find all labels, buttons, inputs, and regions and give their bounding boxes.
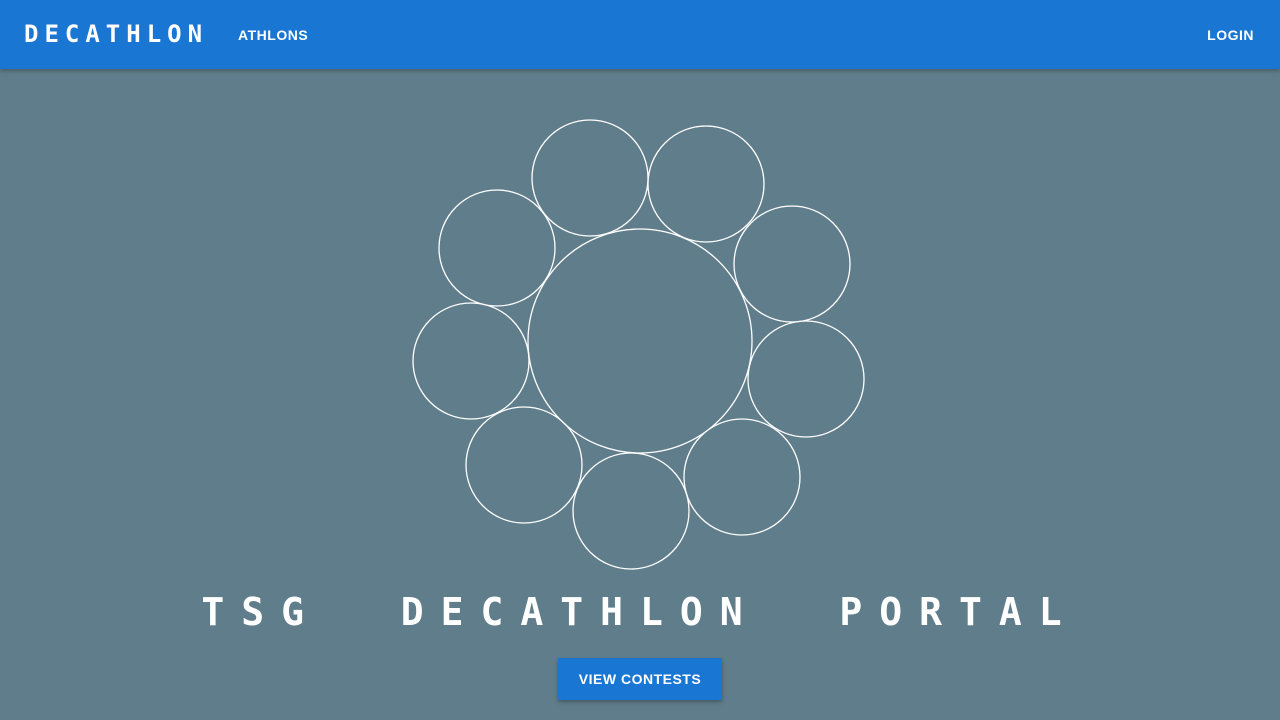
hero-title: TSG DECATHLON PORTAL — [201, 590, 1079, 634]
ring-circle-1 — [531, 119, 649, 237]
ring-circle-5 — [683, 418, 801, 536]
ring-circle-8 — [412, 302, 530, 420]
hero-logo — [0, 69, 1280, 589]
ring-of-circles-logo-icon — [412, 119, 865, 570]
view-contests-button[interactable]: VIEW CONTESTS — [558, 658, 722, 700]
ring-circle-2 — [647, 125, 765, 243]
ring-circle-4 — [747, 320, 865, 438]
app-bar: DECATHLON ATHLONS LOGIN — [0, 0, 1280, 69]
login-button[interactable]: LOGIN — [1197, 19, 1264, 51]
ring-circle-9 — [438, 189, 556, 307]
ring-circle-3 — [733, 205, 851, 323]
nav-athlons-button[interactable]: ATHLONS — [228, 19, 318, 51]
ring-circle-6 — [572, 452, 690, 570]
center-circle — [527, 228, 753, 454]
brand-logo[interactable]: DECATHLON — [24, 20, 208, 48]
ring-circle-7 — [465, 406, 583, 524]
